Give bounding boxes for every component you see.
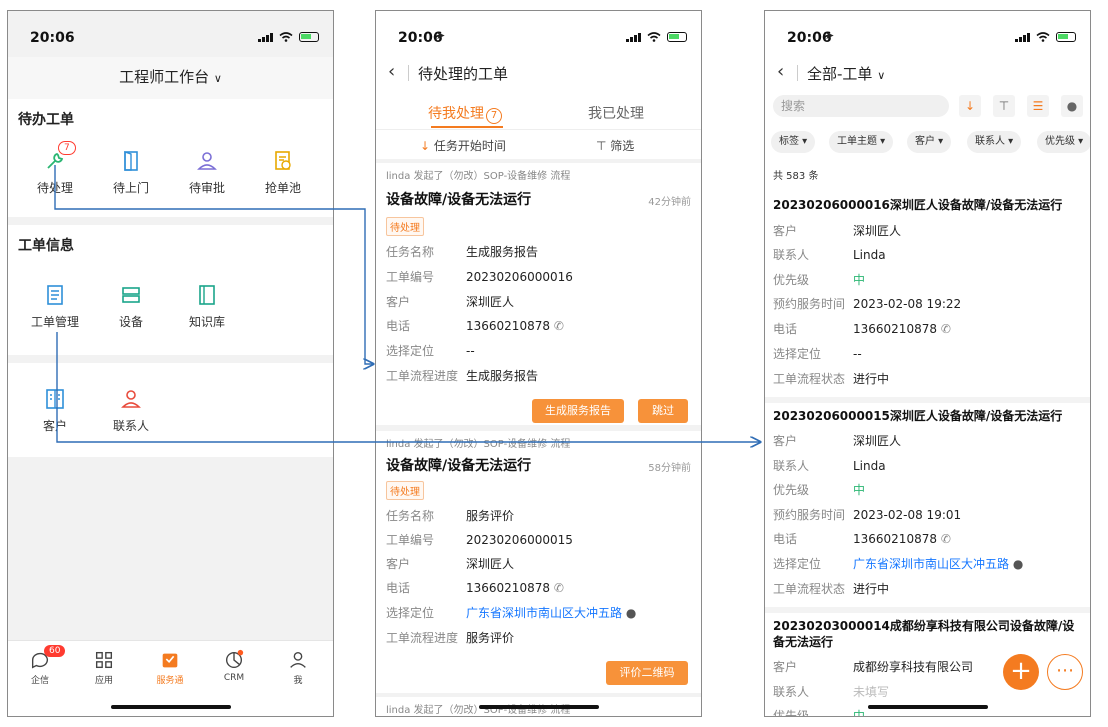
connector-manage-to-all [56, 332, 760, 442]
connector-pending-to-list [54, 165, 373, 364]
flow-connectors [54, 165, 1108, 727]
